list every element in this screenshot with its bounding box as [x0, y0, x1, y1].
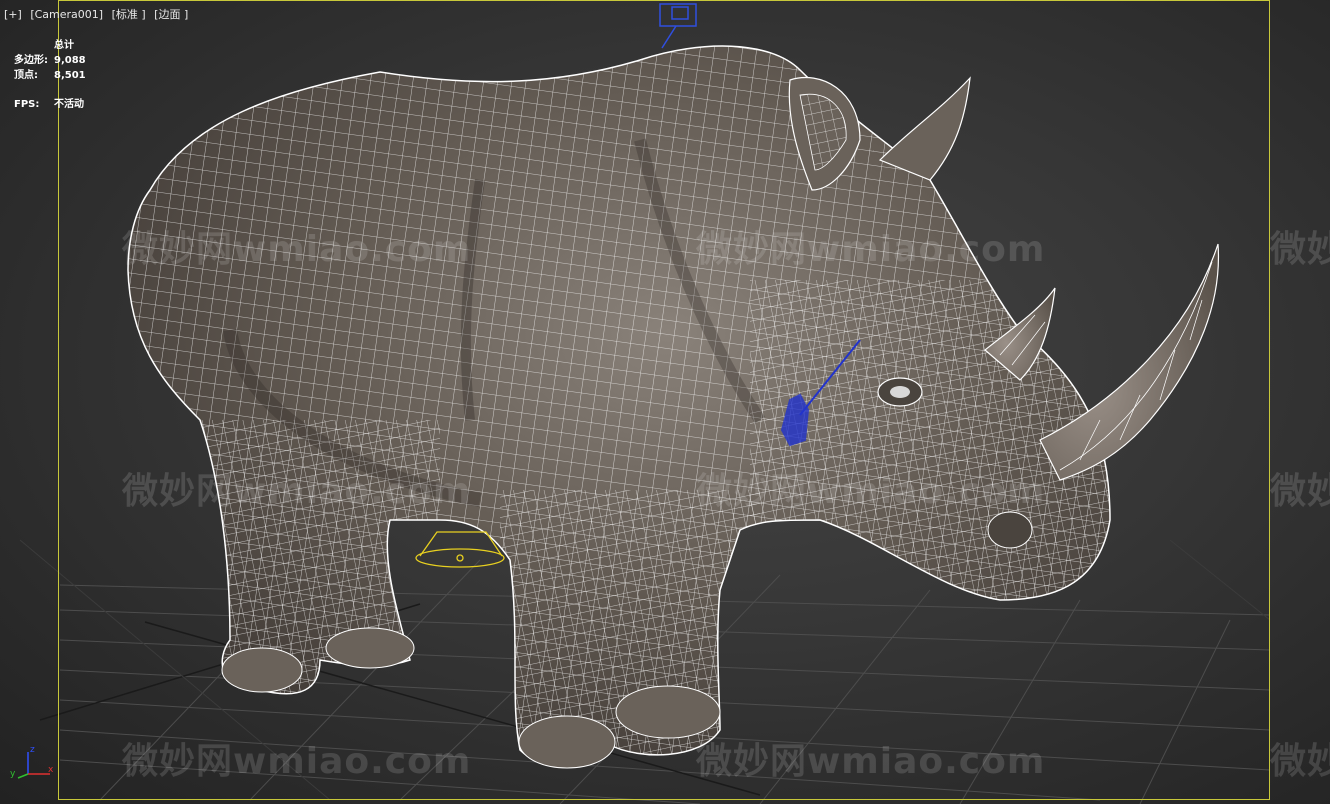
watermark: 微妙 [1270, 471, 1330, 512]
vertices-label: 顶点: [14, 70, 38, 81]
polygons-label: 多边形: [14, 55, 48, 66]
watermark: 微妙 [1270, 741, 1330, 782]
fps-value: 不活动 [54, 99, 84, 110]
viewport-camera-menu[interactable]: [Camera001] [30, 8, 103, 21]
vertices-value: 8,501 [54, 70, 86, 81]
stats-header: 总计 [54, 40, 74, 51]
viewport-shading-menu[interactable]: [标准 ] [112, 8, 146, 21]
viewport-display-menu[interactable]: [边面 ] [154, 8, 188, 21]
viewport-menu-plus[interactable]: [+] [4, 8, 22, 21]
watermark: 微妙网wmiao.com [696, 229, 1046, 270]
camera-viewport-scene[interactable] [0, 0, 1330, 804]
rhino-mesh[interactable] [100, 30, 1220, 790]
polygons-value: 9,088 [54, 55, 86, 66]
watermark: 微妙网wmiao.com [696, 741, 1046, 782]
axis-z-label: z [30, 745, 35, 755]
camera-target-helper[interactable] [659, 3, 697, 49]
watermark: 微妙 [1270, 229, 1330, 270]
watermark: 微妙网wmiao.com [122, 229, 472, 270]
watermark: 微妙网wmiao.com [696, 471, 1046, 512]
watermark: 微妙网wmiao.com [122, 471, 472, 512]
watermark: 微妙网wmiao.com [122, 741, 472, 782]
axis-tripod-icon: z x y [10, 745, 54, 779]
axis-y-label: y [10, 769, 16, 779]
axis-x-label: x [48, 765, 54, 775]
3d-viewport[interactable]: 微妙网wmiao.com 微妙网wmiao.com 微妙 微妙网wmiao.co… [0, 0, 1330, 804]
viewport-label-menu[interactable]: [+] [Camera001] [标准 ] [边面 ] [4, 6, 193, 22]
fps-label: FPS: [14, 99, 40, 110]
statistics-overlay: 总计 多边形: 9,088 顶点: 8,501 FPS: 不活动 [14, 38, 114, 112]
